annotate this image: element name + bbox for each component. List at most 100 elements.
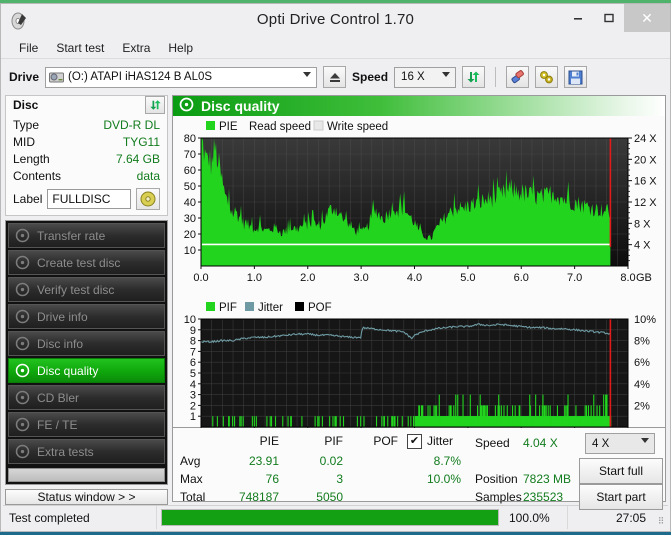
- svg-text:80: 80: [184, 133, 196, 145]
- svg-text:40: 40: [184, 197, 196, 209]
- svg-text:12 X: 12 X: [634, 197, 657, 209]
- speed-select[interactable]: 16 X: [394, 66, 457, 88]
- disc-mid-value: TYG11: [122, 135, 160, 149]
- stats-row-total: Total: [180, 490, 206, 505]
- position-stat-label: Position: [475, 472, 518, 487]
- disc-fete-icon: [15, 417, 30, 432]
- disc-verify-icon: [15, 282, 30, 297]
- disc-info-row-type: Type DVD-R DL: [13, 117, 160, 134]
- stats-row-max: Max: [180, 472, 203, 487]
- disc-type-label: Type: [13, 118, 40, 132]
- sidebar-item-disc-quality[interactable]: Disc quality: [8, 358, 165, 383]
- tools-button[interactable]: [535, 66, 559, 88]
- svg-text:9: 9: [190, 325, 196, 337]
- menu-bar: File Start test Extra Help: [1, 37, 670, 58]
- svg-text:4: 4: [190, 379, 196, 391]
- svg-text:5.0: 5.0: [460, 272, 475, 284]
- speed-stat-label: Speed: [475, 436, 510, 451]
- svg-text:0.0: 0.0: [193, 272, 208, 284]
- sidebar-item-cd-bler[interactable]: CD Bler: [8, 385, 165, 410]
- window-controls: ✕: [562, 4, 670, 32]
- chevron-down-icon: [641, 438, 649, 444]
- disc-quality-icon: [179, 97, 194, 115]
- disc-info-row-length: Length 7.64 GB: [13, 151, 160, 168]
- pie-avg-value: 23.91: [248, 454, 279, 469]
- jitter-checkbox[interactable]: ✔: [407, 434, 422, 450]
- disc-panel-header: Disc: [5, 95, 168, 114]
- refresh-button[interactable]: [462, 66, 486, 88]
- charts-container: PIE Read speed Write speed 10 20 30 40 50 60 70 80…: [172, 116, 666, 445]
- start-part-button[interactable]: Start part: [579, 484, 663, 511]
- toolbar-divider: [495, 67, 497, 87]
- content-header: Disc quality: [172, 95, 666, 117]
- jitter-max-value: 10.0%: [426, 472, 461, 487]
- speed-select-value: 16 X: [401, 71, 425, 83]
- test-speed-value: 4 X: [592, 437, 610, 450]
- sidebar-item-fe-te[interactable]: FE / TE: [8, 412, 165, 437]
- sidebar-item-disc-info[interactable]: Disc info: [8, 331, 165, 356]
- disc-info-icon: [15, 336, 30, 351]
- stats-header-pif: PIF: [324, 434, 343, 449]
- eraser-button[interactable]: [506, 66, 530, 88]
- sidebar-item-verify-test-disc[interactable]: Verify test disc: [8, 277, 165, 302]
- disc-length-label: Length: [13, 152, 50, 166]
- status-window-button[interactable]: Status window > >: [5, 489, 168, 505]
- sidebar-item-extra-tests[interactable]: Extra tests: [8, 439, 165, 464]
- cd-icon[interactable]: [136, 188, 160, 210]
- svg-text:3: 3: [190, 390, 196, 402]
- maximize-button[interactable]: [593, 4, 624, 32]
- menu-item-file[interactable]: File: [10, 39, 47, 57]
- stats-header-pie: PIE: [259, 434, 279, 449]
- svg-text:1: 1: [190, 411, 196, 423]
- sidebar-label: Create test disc: [37, 255, 121, 270]
- minimize-button[interactable]: [562, 4, 593, 32]
- right-panel: Disc quality PIE Read speed Write speed 10 2…: [172, 95, 666, 511]
- menu-item-help[interactable]: Help: [159, 39, 202, 57]
- disc-create-icon: [15, 255, 30, 270]
- drive-icon: [49, 71, 65, 84]
- close-button[interactable]: ✕: [624, 4, 670, 32]
- disc-mid-label: MID: [13, 135, 35, 149]
- menu-item-extra[interactable]: Extra: [113, 39, 159, 57]
- pif-max-value: 3: [336, 472, 343, 487]
- svg-text:7: 7: [190, 346, 196, 358]
- svg-text:4 X: 4 X: [634, 240, 651, 252]
- speed-label: Speed: [352, 70, 389, 84]
- sidebar-item-create-test-disc[interactable]: Create test disc: [8, 250, 165, 275]
- save-button[interactable]: [564, 66, 588, 88]
- sidebar-item-transfer-rate[interactable]: Transfer rate: [8, 223, 165, 248]
- svg-text:8.0: 8.0: [620, 272, 635, 284]
- test-speed-select[interactable]: 4 X: [585, 433, 655, 455]
- disc-contents-label: Contents: [13, 169, 62, 183]
- svg-text:20: 20: [184, 229, 196, 241]
- status-bar: Test completed 100.0% 27:05 ⠿: [3, 505, 668, 529]
- drive-select[interactable]: (O:) ATAPI iHAS124 B AL0S: [45, 66, 318, 88]
- pie-chart[interactable]: PIE Read speed Write speed 10 20 30 40 50 60 70 80…: [173, 116, 665, 297]
- jitter-avg-value: 8.7%: [433, 454, 461, 469]
- svg-text:Read speed: Read speed: [249, 121, 311, 133]
- menu-item-start-test[interactable]: Start test: [47, 39, 113, 57]
- speed-stat-value: 4.04 X: [523, 436, 558, 451]
- disc-info-row-mid: MID TYG11: [13, 134, 160, 151]
- svg-text:24 X: 24 X: [634, 133, 657, 145]
- sidebar-label: Disc quality: [37, 363, 99, 378]
- disc-label-input[interactable]: FULLDISC: [47, 189, 131, 209]
- sidebar-label: Drive info: [37, 309, 88, 324]
- svg-text:2: 2: [190, 400, 196, 412]
- drive-select-value: (O:) ATAPI iHAS124 B AL0S: [68, 71, 213, 83]
- svg-text:2.0: 2.0: [300, 272, 315, 284]
- svg-text:20 X: 20 X: [634, 154, 657, 166]
- title-bar: Opti Drive Control 1.70 ✕: [1, 4, 670, 37]
- eject-button[interactable]: [323, 66, 347, 88]
- start-full-button[interactable]: Start full: [579, 458, 663, 485]
- svg-text:8: 8: [190, 336, 196, 348]
- disc-label-caption: Label: [13, 192, 43, 206]
- stats-header-pof: POF: [373, 434, 398, 449]
- svg-text:Write speed: Write speed: [327, 121, 388, 133]
- svg-text:3.0: 3.0: [353, 272, 368, 284]
- disc-refresh-button[interactable]: [145, 96, 165, 114]
- svg-text:PIE: PIE: [219, 121, 238, 133]
- svg-text:6.0: 6.0: [514, 272, 529, 284]
- sidebar-item-drive-info[interactable]: Drive info: [8, 304, 165, 329]
- sidebar-label: Verify test disc: [37, 282, 115, 297]
